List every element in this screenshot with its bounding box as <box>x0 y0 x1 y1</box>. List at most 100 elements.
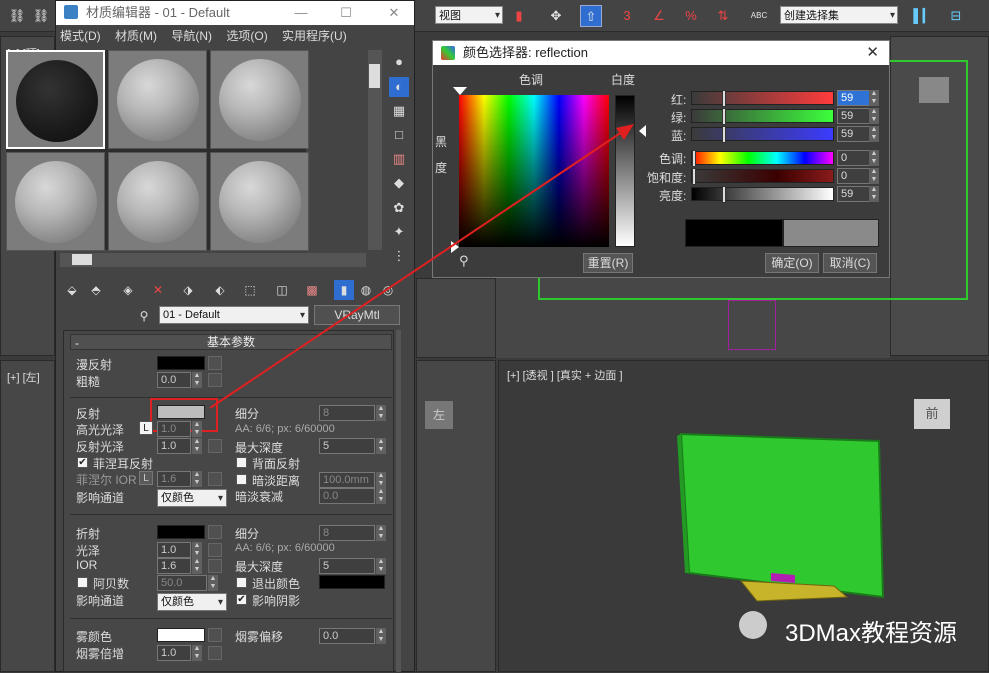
sample-slot[interactable] <box>108 152 207 251</box>
refl-gloss-spinner[interactable]: 1.0 <box>157 438 191 454</box>
refract-subdivs-arrows[interactable]: ▲ ▼ <box>376 525 386 541</box>
hilight-lock-button[interactable]: L <box>139 421 153 435</box>
backlight-icon[interactable]: ◐ <box>389 77 409 97</box>
ior-arrows[interactable]: ▲ ▼ <box>192 558 202 574</box>
sample-uv-tiling-icon[interactable]: □ <box>389 125 409 145</box>
menu-material[interactable]: 材质(M) <box>115 29 157 43</box>
red-slider[interactable] <box>691 90 834 107</box>
blue-slider[interactable] <box>691 126 834 143</box>
back-reflect-checkbox[interactable] <box>236 457 247 468</box>
get-material-icon[interactable]: ⬙ <box>62 280 82 300</box>
whiteness-bar[interactable] <box>615 95 635 247</box>
link-icon[interactable]: ⛓ <box>6 5 28 27</box>
spinner-snap-icon[interactable]: ⇅ <box>712 5 734 27</box>
fog-mult-map-button[interactable] <box>208 646 222 660</box>
mirror-icon[interactable]: ▌▎ <box>912 5 934 27</box>
refract-gloss-arrows[interactable]: ▲ ▼ <box>192 542 202 558</box>
green-arrows[interactable]: ▲ ▼ <box>869 108 879 124</box>
value-spinner[interactable]: 59 <box>837 186 870 202</box>
sample-slot[interactable] <box>6 50 105 149</box>
value-arrows[interactable]: ▲ ▼ <box>869 186 879 202</box>
fresnel-checkbox[interactable]: ✔ <box>77 457 88 468</box>
fresnel-ior-spinner[interactable]: 1.6 <box>157 471 191 487</box>
viewport-left-right[interactable]: 左 <box>416 360 496 672</box>
value-slider-knob[interactable] <box>722 186 726 203</box>
green-slider-knob[interactable] <box>722 108 726 125</box>
whiteness-marker[interactable] <box>639 125 646 137</box>
maximize-icon[interactable]: ☐ <box>326 1 366 25</box>
viewport-perspective[interactable]: [+] [透视 ] [真实 + 边面 ] 前 3DMax教程资源 <box>498 360 989 672</box>
fog-bias-spinner[interactable]: 0.0 <box>319 628 375 644</box>
unlink-icon[interactable]: ⛓ <box>30 5 52 27</box>
material-id-icon[interactable]: ⬚ <box>240 280 260 300</box>
named-selection-set[interactable]: 创建选择集 <box>780 6 898 25</box>
saturation-slider-knob[interactable] <box>692 168 696 185</box>
viewport-left[interactable]: [+] [左] <box>0 360 55 672</box>
blue-spinner[interactable]: 59 <box>837 126 870 142</box>
put-to-library-icon[interactable]: ⬖ <box>210 280 230 300</box>
refract-swatch[interactable] <box>157 525 205 539</box>
diffuse-map-button[interactable] <box>208 356 222 370</box>
material-name-field[interactable]: 01 - Default <box>159 306 309 324</box>
menu-utilities[interactable]: 实用程序(U) <box>282 29 347 43</box>
material-type-button[interactable]: VRayMtl <box>314 305 400 325</box>
ok-button[interactable]: 确定(O) <box>765 253 819 273</box>
viewport-front-area[interactable] <box>496 60 968 358</box>
red-slider-knob[interactable] <box>722 90 726 107</box>
material-editor-titlebar[interactable]: 材质编辑器 - 01 - Default — ☐ ✕ <box>56 1 414 25</box>
select-by-material-icon[interactable]: ✦ <box>389 222 409 242</box>
blue-slider-knob[interactable] <box>722 126 726 143</box>
rollout-header[interactable]: 基本参数 <box>70 334 392 350</box>
go-to-parent-icon[interactable]: ▮ <box>334 280 354 300</box>
params-scrollbar[interactable] <box>396 330 401 672</box>
saturation-spinner[interactable]: 0 <box>837 168 870 184</box>
sample-slot[interactable] <box>210 50 309 149</box>
angle-snap-icon[interactable]: ∠ <box>648 5 670 27</box>
go-forward-sibling-icon[interactable]: ◍ <box>356 280 376 300</box>
make-unique-icon[interactable]: ⬗ <box>178 280 198 300</box>
hue-arrows[interactable]: ▲ ▼ <box>869 150 879 166</box>
refl-subdivs-spinner[interactable]: 8 <box>319 405 375 421</box>
reset-map-icon[interactable]: ✕ <box>148 280 168 300</box>
video-color-check-icon[interactable]: ▥ <box>389 149 409 169</box>
select-manipulate-icon[interactable]: ✥ <box>545 5 567 27</box>
green-spinner[interactable]: 59 <box>837 108 870 124</box>
ior-spinner[interactable]: 1.6 <box>157 558 191 574</box>
fog-mult-arrows[interactable]: ▲ ▼ <box>192 645 202 661</box>
refract-map-button[interactable] <box>208 525 222 539</box>
align-icon[interactable]: ⊟ <box>945 5 967 27</box>
red-spinner[interactable]: 59 <box>837 90 870 106</box>
viewcube-left[interactable]: 左 <box>425 401 453 429</box>
dim-distance-arrows[interactable]: ▲ ▼ <box>376 472 386 488</box>
refract-subdivs-spinner[interactable]: 8 <box>319 525 375 541</box>
affect-shadows-checkbox[interactable]: ✔ <box>236 594 247 605</box>
menu-options[interactable]: 选项(O) <box>226 29 267 43</box>
material-map-navigator-icon[interactable]: ⋮ <box>389 246 409 266</box>
menu-mode[interactable]: 模式(D) <box>60 29 101 43</box>
roughness-spinner[interactable]: 0.0 <box>157 372 191 388</box>
saturation-arrows[interactable]: ▲ ▼ <box>869 168 879 184</box>
exit-color-checkbox[interactable] <box>236 577 247 588</box>
blue-arrows[interactable]: ▲ ▼ <box>869 126 879 142</box>
fresnel-lock-button[interactable]: L <box>139 471 153 485</box>
show-end-result-icon[interactable]: ▩ <box>302 280 322 300</box>
fog-color-map-button[interactable] <box>208 628 222 642</box>
saturation-slider[interactable] <box>691 168 834 185</box>
menu-navigation[interactable]: 导航(N) <box>171 29 212 43</box>
refl-subdivs-arrows[interactable]: ▲ ▼ <box>376 405 386 421</box>
dim-falloff-arrows[interactable]: ▲ ▼ <box>376 488 386 504</box>
keyboard-shortcut-icon[interactable]: ⇧ <box>580 5 602 27</box>
eyedropper-icon[interactable]: ⚲ <box>459 253 477 271</box>
fog-color-swatch[interactable] <box>157 628 205 642</box>
slots-hscrollbar[interactable] <box>60 253 366 267</box>
exit-color-swatch[interactable] <box>319 575 385 589</box>
fresnel-ior-map-button[interactable] <box>208 472 222 486</box>
pick-material-icon[interactable]: ⚲ <box>134 306 154 326</box>
color-picker-titlebar[interactable]: 颜色选择器: reflection ✕ <box>433 41 889 65</box>
refl-max-depth-arrows[interactable]: ▲ ▼ <box>376 438 386 454</box>
dim-falloff-spinner[interactable]: 0.0 <box>319 488 375 504</box>
slots-vscrollbar[interactable] <box>368 50 382 250</box>
value-slider[interactable] <box>691 186 834 203</box>
close-icon[interactable]: ✕ <box>866 41 879 65</box>
edit-named-sets-icon[interactable]: ABC <box>748 5 770 27</box>
